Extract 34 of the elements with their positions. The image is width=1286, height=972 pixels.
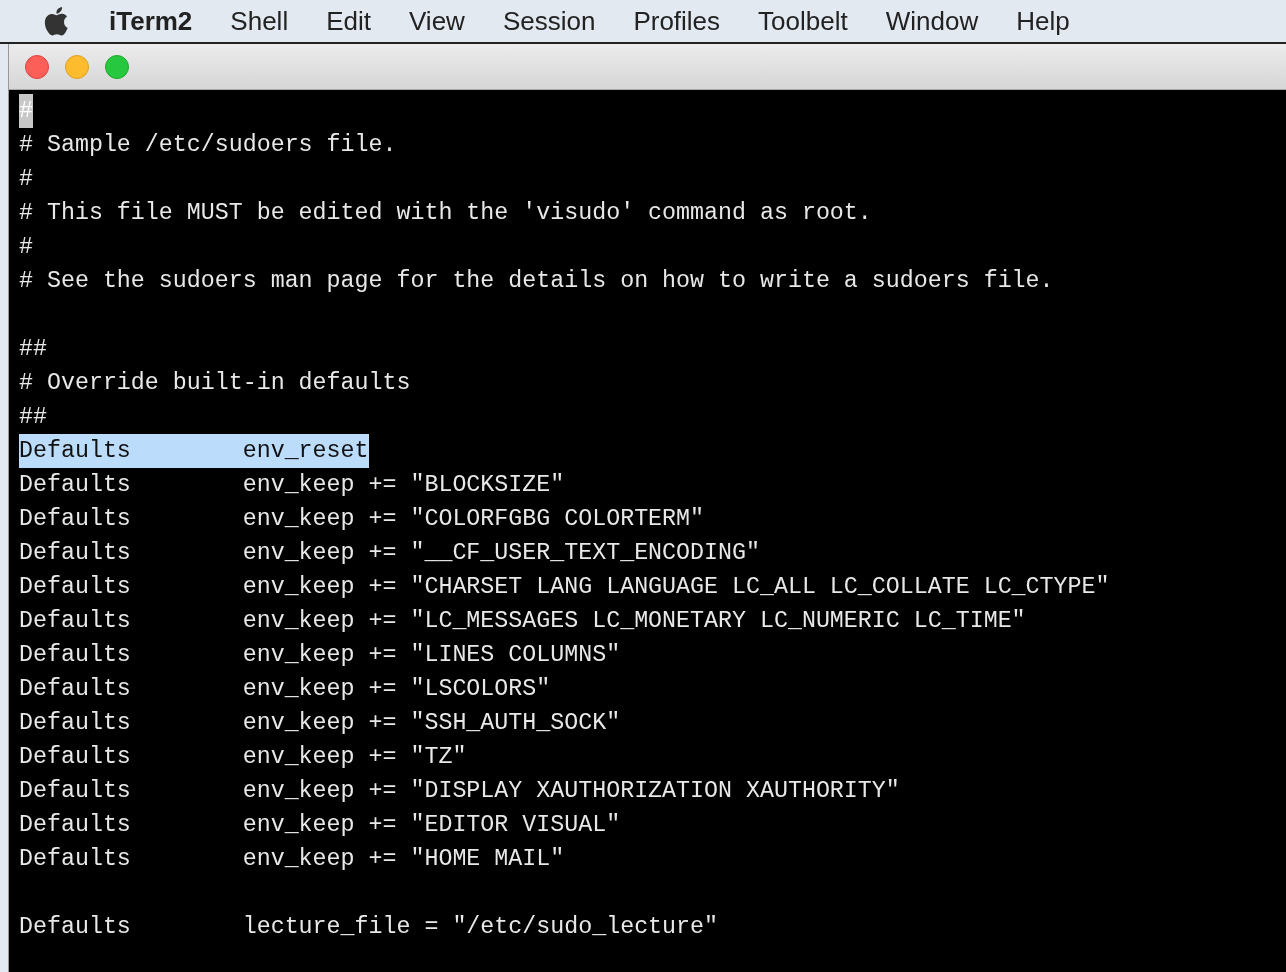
menu-item[interactable]: Edit [326, 5, 371, 37]
terminal-line: Defaults env_keep += "BLOCKSIZE" [19, 471, 565, 500]
zoom-button[interactable] [105, 54, 129, 79]
terminal-line: # See the sudoers man page for the details on how to write a sudoers file. [19, 267, 1054, 296]
terminal-line: # Override built-in defaults [19, 369, 411, 398]
terminal-line: ## [19, 403, 47, 432]
menu-item[interactable]: Window [885, 5, 979, 37]
terminal-line: Defaults env_keep += "SSH_AUTH_SOCK" [19, 709, 621, 738]
terminal-line: Defaults env_keep += "LC_MESSAGES LC_MONETARY LC_NUMERIC LC_TIME" [19, 607, 1026, 636]
terminal-line: # This file MUST be edited with the 'visudo' command as root. [19, 199, 872, 228]
menu-item[interactable]: Help [1016, 5, 1070, 37]
menu-item[interactable]: View [409, 5, 465, 37]
terminal-line: Defaults env_keep += "EDITOR VISUAL" [19, 811, 621, 840]
menu-item[interactable]: Shell [230, 5, 289, 37]
terminal-line: # Sample /etc/sudoers file. [19, 131, 397, 160]
terminal-line: ## [19, 335, 47, 364]
apple-logo-icon[interactable] [42, 5, 69, 37]
terminal-line: Defaults env_keep += "CHARSET LANG LANGUAGE LC_ALL LC_COLLATE LC_CTYPE" [19, 573, 1110, 602]
terminal-line: Defaults env_keep += "__CF_USER_TEXT_ENCODING" [19, 539, 760, 568]
terminal-line: Defaults env_keep += "TZ" [19, 743, 467, 772]
terminal-line: Defaults env_keep += "LSCOLORS" [19, 675, 551, 704]
terminal-line: Defaults env_keep += "LINES COLUMNS" [19, 641, 621, 670]
terminal-line: Defaults env_keep += "COLORFGBG COLORTERM" [19, 505, 705, 534]
menu-item[interactable]: Toolbelt [758, 5, 848, 37]
close-button[interactable] [25, 54, 49, 79]
terminal-line: Defaults env_keep += "DISPLAY XAUTHORIZATION XAUTHORITY" [19, 777, 900, 806]
terminal-line: # [19, 233, 33, 262]
terminal-line: Defaults env_keep += "HOME MAIL" [19, 845, 565, 874]
minimize-button[interactable] [65, 54, 89, 79]
app-menu[interactable]: iTerm2 [109, 5, 193, 37]
terminal-line: # [19, 165, 33, 194]
terminal-line: Defaults lecture_file = "/etc/sudo_lecture" [19, 913, 719, 942]
menu-item[interactable]: Profiles [633, 5, 721, 37]
menu-item[interactable]: Session [502, 5, 596, 37]
